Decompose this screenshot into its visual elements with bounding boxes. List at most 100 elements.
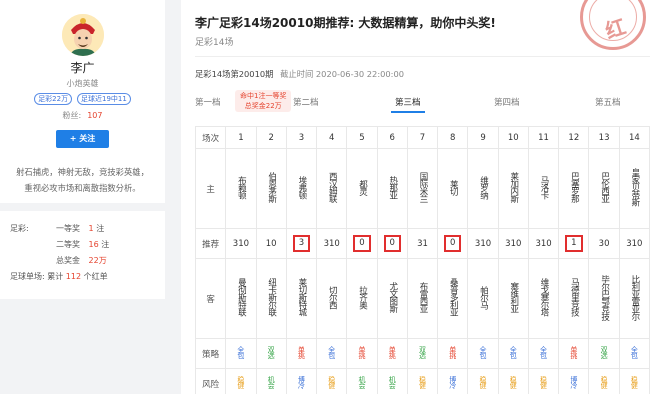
strategy-cell: 单挑 (558, 338, 590, 369)
match-number: 12 (558, 126, 590, 149)
follow-button[interactable]: + 关注 (56, 130, 109, 148)
pick-value-highlighted: 3 (292, 235, 311, 252)
home-team-name: 莱加内斯 (508, 172, 519, 202)
away-team-name: 曼彻斯特联 (236, 278, 247, 316)
row-header-pick: 推荐 (194, 228, 227, 259)
home-team-cell: 莱加内斯 (497, 148, 529, 229)
risk-row: 风险 稳健 机会 博冷 稳健 机会 机会 稳健 博冷 稳健 稳健 稳健 博冷 稳健 稳健 (194, 368, 650, 394)
home-team-cell: 伯恩茅斯 (255, 148, 287, 229)
risk-label: 稳健 (236, 376, 245, 388)
risk-cell: 稳健 (588, 368, 620, 394)
tab-tier-4[interactable]: 第四档 (494, 96, 520, 108)
pick-value-highlighted: 1 (565, 235, 583, 252)
home-team-cell: 马洛卡 (527, 148, 560, 229)
breadcrumb[interactable]: 足彩14场 (195, 35, 233, 48)
match-number: 3 (285, 126, 318, 149)
risk-label: 稳健 (418, 376, 427, 388)
home-team-cell: 西汉姆联 (316, 148, 348, 229)
strategy-row: 策略 全包 双选 单挑 全包 单挑 单挑 双选 单挑 全包 全包 全包 单挑 双选 全包 (194, 338, 650, 369)
match-number: 14 (618, 126, 650, 149)
away-team-cell: 曼彻斯特联 (225, 258, 257, 339)
pick-cell: 31 (406, 228, 439, 259)
strategy-cell: 单挑 (376, 338, 408, 369)
badge-line1: 命中1注一等奖 (240, 92, 287, 100)
pick-cell: 310 (467, 228, 499, 259)
match-number: 7 (406, 126, 439, 149)
strategy-cell: 全包 (618, 338, 650, 369)
home-team-name: 维罗纳 (478, 175, 489, 199)
strategy-cell: 全包 (316, 338, 348, 369)
tab-tier-5[interactable]: 第五档 (595, 96, 621, 108)
home-team-name: 都灵 (357, 179, 368, 195)
home-team-name: 埃弗顿 (296, 175, 307, 199)
risk-cell: 稳健 (497, 368, 529, 394)
strategy-label: 单挑 (569, 346, 578, 358)
home-team-cell: 布赖顿 (225, 148, 257, 229)
home-team-cell: 莱切 (437, 148, 469, 229)
away-team-name: 布雷西亚 (417, 282, 428, 312)
risk-cell: 稳健 (316, 368, 348, 394)
risk-label: 机会 (267, 376, 276, 388)
fans-label: 粉丝: (62, 111, 82, 120)
pick-value: 310 (323, 238, 340, 249)
risk-label: 稳健 (600, 376, 609, 388)
home-team-name: 马洛卡 (539, 175, 550, 199)
match-number: 2 (255, 126, 287, 149)
second-prize-count: 16 (88, 240, 99, 249)
tag-zucai: 足彩22万 (34, 93, 73, 105)
avatar[interactable] (61, 14, 104, 56)
strategy-label: 双选 (600, 346, 609, 358)
away-team-cell: 纽卡斯尔联 (255, 258, 287, 339)
strategy-label: 全包 (327, 346, 336, 358)
record-first-prize: 足彩: 一等奖 1 注 (10, 221, 155, 237)
pick-value: 10 (265, 238, 277, 249)
risk-cell: 博冷 (285, 368, 318, 394)
pick-cell: 30 (588, 228, 620, 259)
strategy-label: 全包 (509, 346, 518, 358)
pick-cell: 310 (497, 228, 529, 259)
pick-value: 31 (417, 238, 428, 249)
strategy-label: 单挑 (448, 346, 457, 358)
away-team-name: 莱切斯特城 (296, 278, 307, 316)
home-team-cell: 热那亚 (376, 148, 408, 229)
risk-label: 稳健 (509, 376, 518, 388)
away-team-name: 维戈塞尔塔 (539, 278, 550, 316)
away-team-cell: 塞维利亚 (497, 258, 529, 339)
home-team-cell: 巴伦西亚 (588, 148, 620, 229)
home-team-name: 布赖顿 (236, 175, 247, 199)
risk-cell: 机会 (255, 368, 287, 394)
match-number: 9 (467, 126, 499, 149)
away-team-cell: 毕尔巴鄂竞技 (588, 258, 620, 339)
risk-label: 机会 (357, 376, 366, 388)
tab-tier-2[interactable]: 第二档 (293, 96, 319, 108)
pick-cell: 3 (285, 228, 318, 259)
risk-cell: 博冷 (558, 368, 590, 394)
tab-tier-3[interactable]: 第三档 (391, 96, 424, 113)
strategy-cell: 全包 (225, 338, 257, 369)
risk-cell: 稳健 (406, 368, 439, 394)
risk-cell: 稳健 (527, 368, 560, 394)
home-team-name: 国际米兰 (417, 172, 428, 202)
away-team-name: 桑普多利亚 (448, 278, 459, 316)
tab-tier-1[interactable]: 第一档 (195, 96, 221, 108)
red-stamp-icon: 红 (580, 0, 646, 50)
match-number: 10 (497, 126, 529, 149)
pick-value: 30 (598, 238, 610, 249)
home-team-name: 西汉姆联 (327, 172, 338, 202)
strategy-label: 单挑 (388, 346, 397, 358)
home-team-name: 巴伦西亚 (599, 172, 610, 202)
record-single: 足球单场: 累计 112 个红单 (10, 269, 155, 285)
risk-label: 稳健 (630, 376, 639, 388)
single-suffix: 个红单 (83, 272, 108, 281)
single-count: 112 (65, 272, 82, 281)
match-number: 6 (376, 126, 408, 149)
record-label: 足彩: (10, 224, 29, 233)
away-team-cell: 帕尔马 (467, 258, 499, 339)
match-table: 场次 1 2 3 4 5 6 7 8 9 10 11 12 13 14 主 布赖顿 伯恩茅斯 埃弗顿 西汉姆联都… (194, 126, 650, 394)
away-team-name: 尤文图斯 (387, 282, 398, 312)
home-team-cell: 国际米兰 (406, 148, 439, 229)
strategy-cell: 单挑 (437, 338, 469, 369)
match-number: 4 (316, 126, 348, 149)
home-team-cell: 埃弗顿 (285, 148, 318, 229)
pick-row: 推荐 310 10 3 310 0 0 31 0 310 310 310 1 30 310 (194, 228, 650, 259)
